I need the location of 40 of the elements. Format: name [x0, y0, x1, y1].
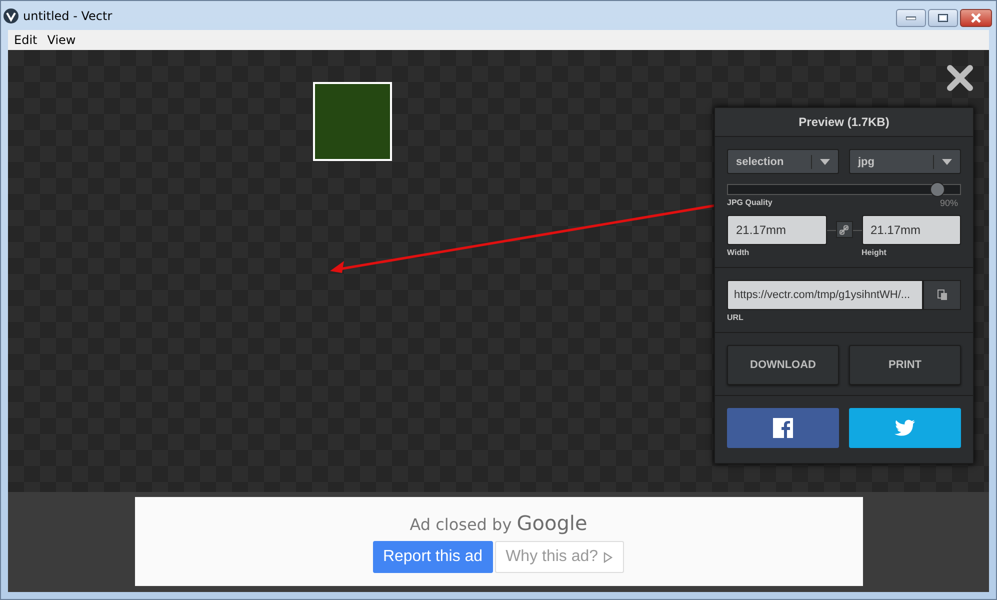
dropdown[interactable]: jpg — [849, 149, 961, 174]
facebook-icon — [773, 418, 793, 438]
caret-icon — [820, 158, 830, 164]
url-field[interactable]: https://vectr.com/tmp/g1ysihntWH/... — [727, 280, 923, 310]
field-label: URL — [727, 313, 744, 322]
quality-slider[interactable] — [727, 184, 961, 195]
close-button[interactable] — [960, 9, 992, 27]
link-icon — [839, 224, 849, 234]
action-button[interactable]: PRINT — [849, 345, 961, 385]
dropdown[interactable]: selection — [727, 149, 839, 174]
maximize-button[interactable] — [928, 9, 958, 27]
link-button[interactable] — [836, 221, 852, 238]
minimize-icon — [906, 16, 916, 20]
copy-button[interactable] — [923, 280, 961, 310]
height-field[interactable]: 21.17mm — [862, 215, 961, 245]
menu-item[interactable]: Edit — [14, 33, 38, 47]
report-ad-button[interactable]: Report this ad — [372, 541, 493, 573]
slider-thumb[interactable] — [930, 182, 945, 197]
field-label: JPG Quality — [727, 198, 772, 208]
action-button[interactable]: DOWNLOAD — [727, 345, 839, 385]
close-icon[interactable] — [947, 65, 973, 91]
caret-icon — [942, 158, 952, 164]
app-logo-icon — [3, 8, 19, 24]
panel-title: Preview (1.7KB) — [798, 115, 890, 129]
slider-value: 90% — [940, 198, 958, 208]
square-shape[interactable] — [313, 82, 392, 161]
maximize-icon — [938, 14, 948, 22]
ad-message: Ad closed by Google — [410, 511, 588, 535]
clipboard-icon — [936, 289, 948, 301]
close-icon — [970, 13, 982, 23]
facebook-button[interactable] — [727, 408, 839, 448]
width-field[interactable]: 21.17mm — [727, 215, 826, 245]
bird-icon — [894, 419, 916, 437]
field-label: Width — [727, 248, 750, 257]
window-title: untitled - Vectr — [23, 8, 112, 22]
menu-item[interactable]: View — [47, 33, 76, 47]
play-icon — [603, 552, 614, 562]
twitter-button[interactable] — [849, 408, 961, 448]
field-label: Height — [862, 248, 888, 257]
minimize-button[interactable] — [896, 9, 926, 27]
